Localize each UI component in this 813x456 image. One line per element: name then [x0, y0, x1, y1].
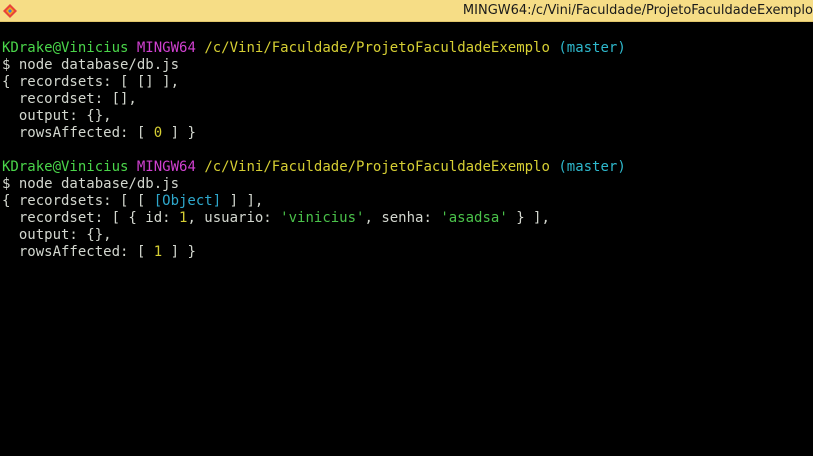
prompt-system: MINGW64	[136, 159, 196, 175]
output-line: { recordsets: [ [ [Object] ] ],	[2, 193, 810, 210]
output-line: output: {},	[2, 227, 112, 243]
output-line: output: {},	[2, 108, 112, 124]
output-text: rowsAffected: [	[2, 125, 154, 141]
rows-affected-value: 1	[153, 244, 163, 260]
title-bar[interactable]: MINGW64:/c/Vini/Faculdade/ProjetoFaculda…	[0, 0, 813, 22]
output-line: recordset: [ { id: 1, usuario: 'vinicius…	[2, 210, 810, 227]
usuario-value: 'vinicius'	[280, 210, 365, 226]
output-text: ] }	[162, 244, 196, 260]
output-text: , senha:	[364, 210, 441, 226]
output-line: recordset: [],	[2, 91, 137, 107]
terminal-window: MINGW64:/c/Vini/Faculdade/ProjetoFaculda…	[0, 0, 813, 456]
prompt-line: KDrake@Vinicius MINGW64 /c/Vini/Faculdad…	[2, 40, 810, 57]
prompt-branch: (master)	[558, 159, 626, 175]
window-title: MINGW64:/c/Vini/Faculdade/ProjetoFaculda…	[462, 3, 813, 18]
git-bash-icon[interactable]	[2, 3, 18, 19]
prompt-user-host: KDrake@Vinicius	[2, 40, 129, 56]
prompt-path: /c/Vini/Faculdade/ProjetoFaculdadeExempl…	[204, 40, 550, 56]
terminal-output[interactable]: KDrake@Vinicius MINGW64 /c/Vini/Faculdad…	[2, 40, 810, 450]
output-text: rowsAffected: [	[2, 244, 154, 260]
prompt-line: KDrake@Vinicius MINGW64 /c/Vini/Faculdad…	[2, 159, 810, 176]
object-token: [Object]	[153, 193, 222, 209]
output-text: { recordsets: [ [	[2, 193, 154, 209]
output-text: , usuario:	[187, 210, 281, 226]
command-line: $ node database/db.js	[2, 176, 180, 192]
prompt-branch: (master)	[558, 40, 626, 56]
rows-affected-value: 0	[153, 125, 163, 141]
output-text: } ],	[507, 210, 550, 226]
output-text: ] }	[162, 125, 196, 141]
prompt-user-host: KDrake@Vinicius	[2, 159, 129, 175]
output-line: rowsAffected: [ 1 ] }	[2, 244, 810, 261]
output-text: ] ],	[221, 193, 264, 209]
output-line: rowsAffected: [ 0 ] }	[2, 125, 810, 142]
output-line: { recordsets: [ [] ],	[2, 74, 180, 90]
prompt-system: MINGW64	[136, 40, 196, 56]
output-text: recordset: [ { id:	[2, 210, 180, 226]
command-line: $ node database/db.js	[2, 57, 180, 73]
senha-value: 'asadsa'	[440, 210, 508, 226]
prompt-path: /c/Vini/Faculdade/ProjetoFaculdadeExempl…	[204, 159, 550, 175]
